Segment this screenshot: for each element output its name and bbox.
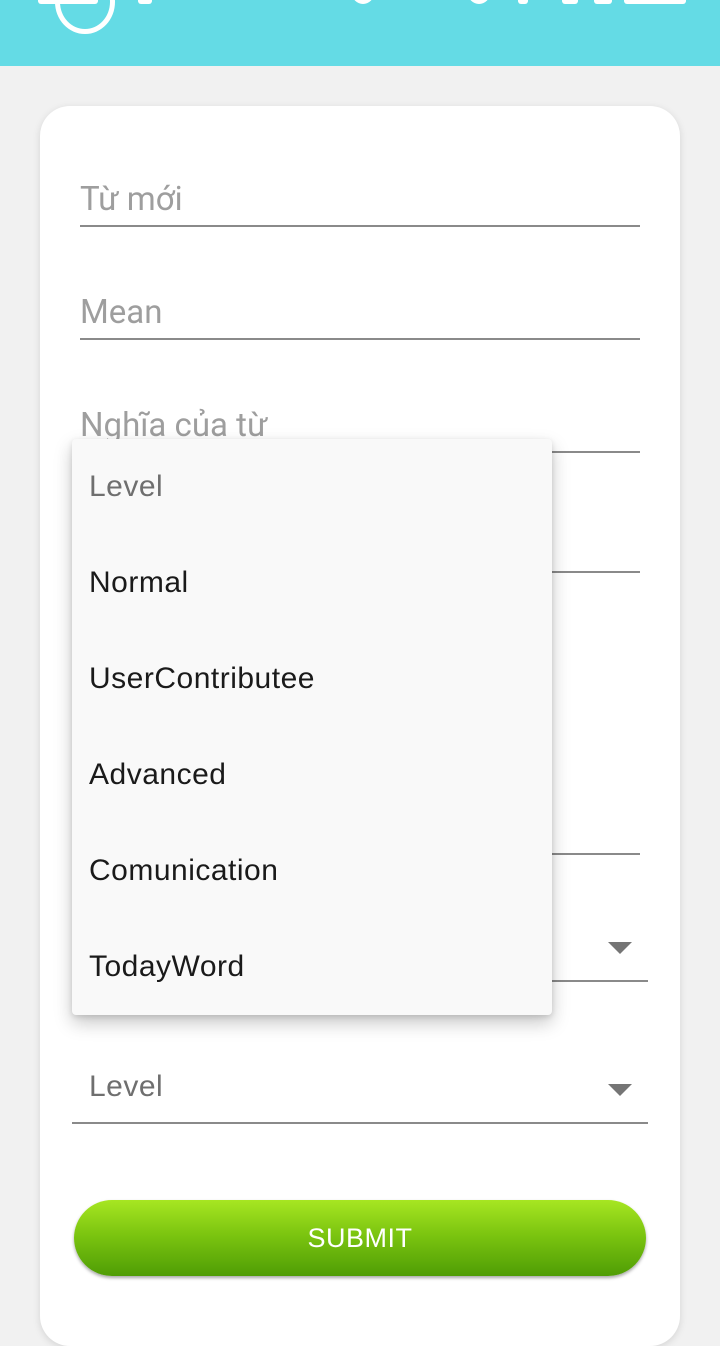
hidden-field-underline: [552, 571, 640, 573]
status-alarm-icon: [468, 0, 490, 4]
submit-button[interactable]: SUBMIT: [74, 1200, 646, 1276]
level-select[interactable]: Level: [72, 1058, 648, 1124]
status-battery-percent: [624, 0, 686, 4]
dropdown-option-comunication[interactable]: Comunication: [72, 823, 552, 919]
dropdown-option-normal[interactable]: Normal: [72, 535, 552, 631]
chevron-down-icon: [608, 1084, 632, 1096]
mean-field[interactable]: [80, 293, 640, 340]
app-bar: [0, 0, 720, 66]
new-word-input[interactable]: [80, 180, 640, 225]
new-word-field[interactable]: [80, 180, 640, 227]
hidden-field-underline: [552, 853, 640, 855]
dropdown-option-usercontributee[interactable]: UserContributee: [72, 631, 552, 727]
dropdown-option-level[interactable]: Level: [72, 439, 552, 535]
dropdown-option-todayword[interactable]: TodayWord: [72, 919, 552, 1015]
dropdown-option-advanced[interactable]: Advanced: [72, 727, 552, 823]
status-notification-icon: [138, 0, 152, 4]
level-select-value: Level: [89, 1070, 164, 1103]
mean-input[interactable]: [80, 293, 640, 338]
back-circle-icon[interactable]: [55, 0, 115, 34]
status-vibrate-icon: [518, 0, 528, 4]
level-dropdown-menu: Level Normal UserContributee Advanced Co…: [72, 439, 552, 1015]
status-signal-icon: [562, 0, 578, 4]
status-sync-icon: [352, 0, 374, 4]
status-battery-icon: [594, 0, 612, 4]
chevron-down-icon: [608, 942, 632, 954]
